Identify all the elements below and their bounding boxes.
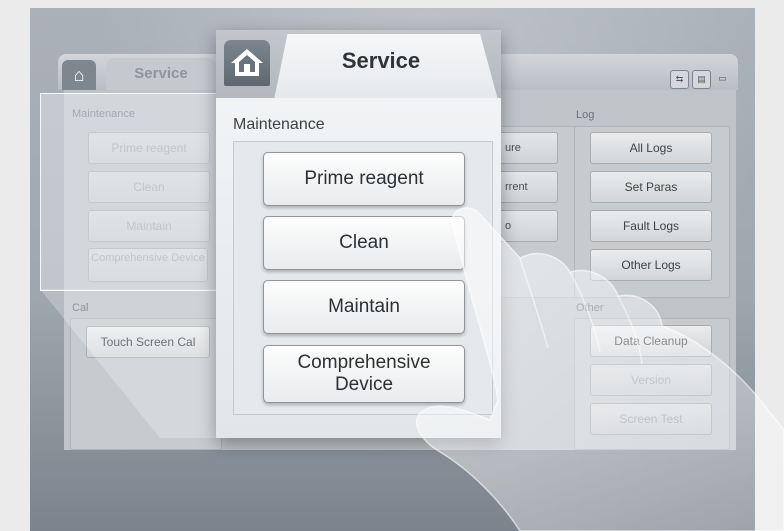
printer-icon[interactable]: ▤ (692, 70, 711, 89)
bg-service-tab[interactable]: Service (106, 58, 216, 90)
zoom-source-highlight (40, 93, 222, 291)
all-logs-button[interactable]: All Logs (590, 132, 712, 164)
service-tab-label: Service (341, 48, 421, 73)
bg-other-label: Other (576, 302, 604, 314)
screen-test-button[interactable]: Screen Test (590, 403, 712, 435)
data-cleanup-button[interactable]: Data Cleanup (590, 325, 712, 357)
comprehensive-label-line2: Device (334, 374, 394, 395)
monitor-icon[interactable]: ▭ (714, 70, 731, 87)
maintenance-group: Prime reagent Clean Maintain Comprehensi… (233, 141, 493, 415)
comprehensive-label-line1: Comprehensive (297, 352, 431, 373)
maintain-button[interactable]: Maintain (263, 280, 465, 334)
fault-logs-button[interactable]: Fault Logs (590, 210, 712, 242)
maintenance-section-label: Maintenance (233, 116, 325, 133)
bg-middle-button-3[interactable]: o (492, 210, 558, 242)
popup-body: Maintenance Prime reagent Clean Maintain… (216, 98, 501, 438)
clean-button[interactable]: Clean (263, 216, 465, 270)
prime-reagent-label: Prime reagent (304, 168, 424, 189)
bg-middle-button-2[interactable]: rrent (492, 171, 558, 203)
maintain-label: Maintain (328, 296, 400, 317)
bg-home-icon[interactable]: ⌂ (62, 60, 96, 90)
clean-label: Clean (339, 232, 389, 253)
usb-icon[interactable]: ⇆ (670, 70, 689, 89)
version-button[interactable]: Version (590, 364, 712, 396)
bg-middle-button-1[interactable]: ure (492, 132, 558, 164)
home-tab[interactable] (224, 40, 270, 86)
set-paras-button[interactable]: Set Paras (590, 171, 712, 203)
bg-cal-label: Cal (72, 302, 89, 314)
other-logs-button[interactable]: Other Logs (590, 249, 712, 281)
service-zoom-panel: Service Maintenance Prime reagent Clean … (216, 30, 501, 438)
bg-log-label: Log (576, 109, 595, 121)
bg-touch-screen-cal-button[interactable]: Touch Screen Cal (86, 326, 210, 358)
comprehensive-device-button[interactable]: Comprehensive Device (263, 345, 465, 403)
prime-reagent-button[interactable]: Prime reagent (263, 152, 465, 206)
home-icon (231, 49, 263, 76)
